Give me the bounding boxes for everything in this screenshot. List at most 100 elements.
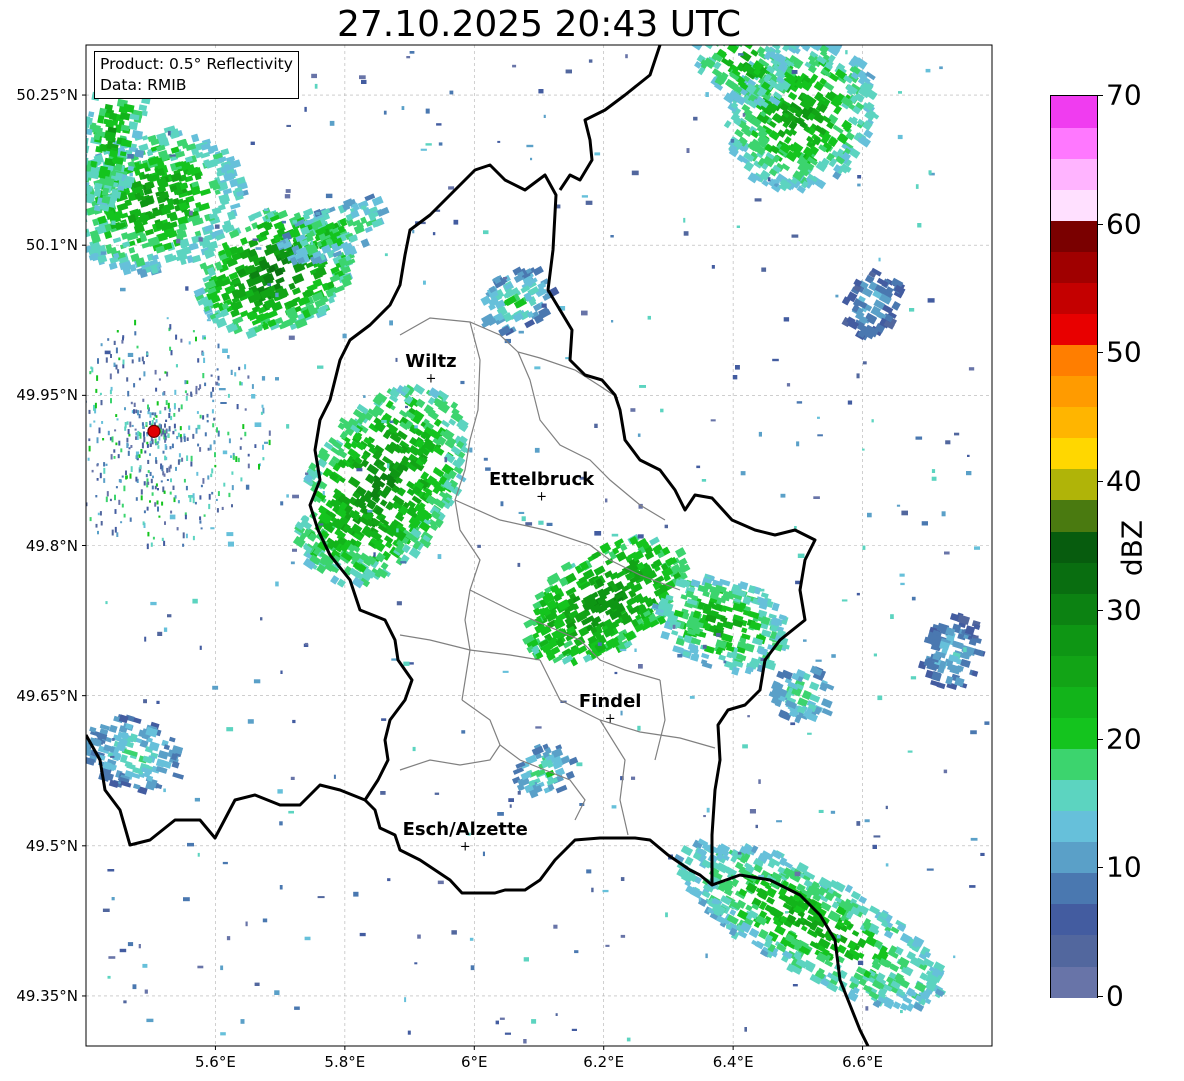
clutter-speckle — [107, 430, 110, 436]
echo-cell — [725, 23, 734, 31]
clutter-speckle — [155, 387, 158, 392]
echo-speckle — [144, 636, 147, 642]
echo-cell — [63, 205, 73, 214]
clutter-speckle — [173, 423, 176, 429]
clutter-speckle — [73, 369, 75, 372]
echo-speckle — [143, 699, 147, 704]
echo-speckle — [631, 170, 639, 176]
echo-speckle — [255, 247, 262, 250]
echo-speckle — [586, 869, 592, 874]
clutter-speckle — [89, 517, 92, 522]
echo-cell — [73, 218, 80, 224]
echo-speckle — [449, 90, 454, 95]
echo-speckle — [359, 932, 366, 937]
clutter-speckle — [115, 486, 118, 489]
echo-speckle — [322, 491, 325, 496]
clutter-speckle — [89, 371, 92, 375]
clutter-speckle — [162, 471, 165, 476]
echo-speckle — [968, 367, 975, 371]
clutter-speckle — [142, 521, 145, 526]
echo-cell — [78, 219, 86, 226]
clutter-speckle — [158, 378, 161, 381]
clutter-speckle — [210, 391, 213, 398]
echo-speckle — [470, 965, 475, 971]
clutter-speckle — [143, 481, 146, 486]
clutter-speckle — [122, 359, 125, 365]
clutter-speckle — [228, 492, 231, 498]
echo-speckle — [363, 395, 366, 398]
clutter-speckle — [75, 441, 77, 444]
lat-tick-label: 50.1°N — [25, 236, 78, 255]
clutter-speckle — [194, 501, 197, 505]
echo-speckle — [865, 1006, 869, 1011]
echo-speckle — [835, 294, 839, 298]
clutter-speckle — [214, 452, 216, 458]
clutter-speckle — [65, 376, 67, 381]
echo-speckle — [448, 186, 455, 190]
echo-speckle — [614, 671, 618, 675]
echo-cell — [86, 188, 87, 198]
clutter-speckle — [157, 445, 160, 449]
clutter-speckle — [153, 417, 155, 420]
clutter-speckle — [165, 419, 168, 422]
clutter-speckle — [99, 472, 102, 479]
echo-speckle — [361, 79, 367, 84]
clutter-speckle — [118, 479, 121, 483]
echo-speckle — [245, 484, 250, 490]
clutter-speckle — [157, 506, 159, 512]
clutter-speckle — [81, 516, 83, 520]
echo-speckle — [576, 762, 583, 767]
echo-speckle — [389, 420, 394, 424]
clutter-speckle — [80, 402, 82, 407]
clutter-speckle — [128, 447, 131, 450]
clutter-speckle — [111, 436, 114, 443]
echo-speckle — [483, 230, 489, 235]
clutter-speckle — [83, 383, 85, 389]
echo-speckle — [817, 434, 823, 437]
clutter-speckle — [239, 446, 242, 450]
clutter-speckle — [100, 521, 103, 526]
echo-speckle — [772, 358, 779, 362]
colorbar-segment — [1051, 344, 1097, 377]
clutter-speckle — [62, 412, 64, 417]
echo-speckle — [167, 614, 172, 618]
clutter-speckle — [164, 444, 167, 450]
echo-speckle — [222, 450, 228, 455]
clutter-speckle — [88, 445, 91, 452]
echo-speckle — [502, 670, 509, 673]
clutter-speckle — [116, 418, 119, 421]
clutter-speckle — [139, 432, 142, 439]
colorbar-tick — [1097, 223, 1103, 225]
echo-speckle — [780, 493, 786, 498]
echo-speckle — [738, 53, 744, 56]
clutter-speckle — [118, 357, 121, 361]
echo-speckle — [856, 821, 861, 826]
echo-speckle — [732, 375, 738, 380]
echo-speckle — [862, 448, 865, 451]
clutter-speckle — [109, 498, 112, 502]
clutter-speckle — [152, 475, 154, 479]
clutter-speckle — [261, 404, 264, 408]
echo-speckle — [146, 1018, 154, 1023]
echo-speckle — [222, 861, 228, 865]
clutter-speckle — [138, 377, 141, 381]
echo-speckle — [715, 849, 720, 852]
clutter-speckle — [232, 455, 235, 460]
clutter-speckle — [90, 366, 93, 370]
echo-speckle — [873, 653, 877, 657]
clutter-speckle — [190, 391, 193, 397]
clutter-speckle — [240, 437, 243, 440]
clutter-speckle — [196, 411, 199, 414]
clutter-speckle — [204, 432, 207, 437]
echo-speckle — [169, 514, 176, 520]
clutter-speckle — [149, 412, 152, 418]
clutter-speckle — [157, 441, 160, 444]
echo-speckle — [921, 521, 928, 526]
echo-speckle — [969, 885, 976, 888]
clutter-speckle — [211, 468, 214, 474]
clutter-speckle — [65, 485, 67, 488]
city-label: Esch/Alzette — [402, 818, 528, 840]
echo-speckle — [500, 501, 504, 507]
echo-cell — [70, 220, 77, 226]
clutter-speckle — [114, 494, 116, 501]
